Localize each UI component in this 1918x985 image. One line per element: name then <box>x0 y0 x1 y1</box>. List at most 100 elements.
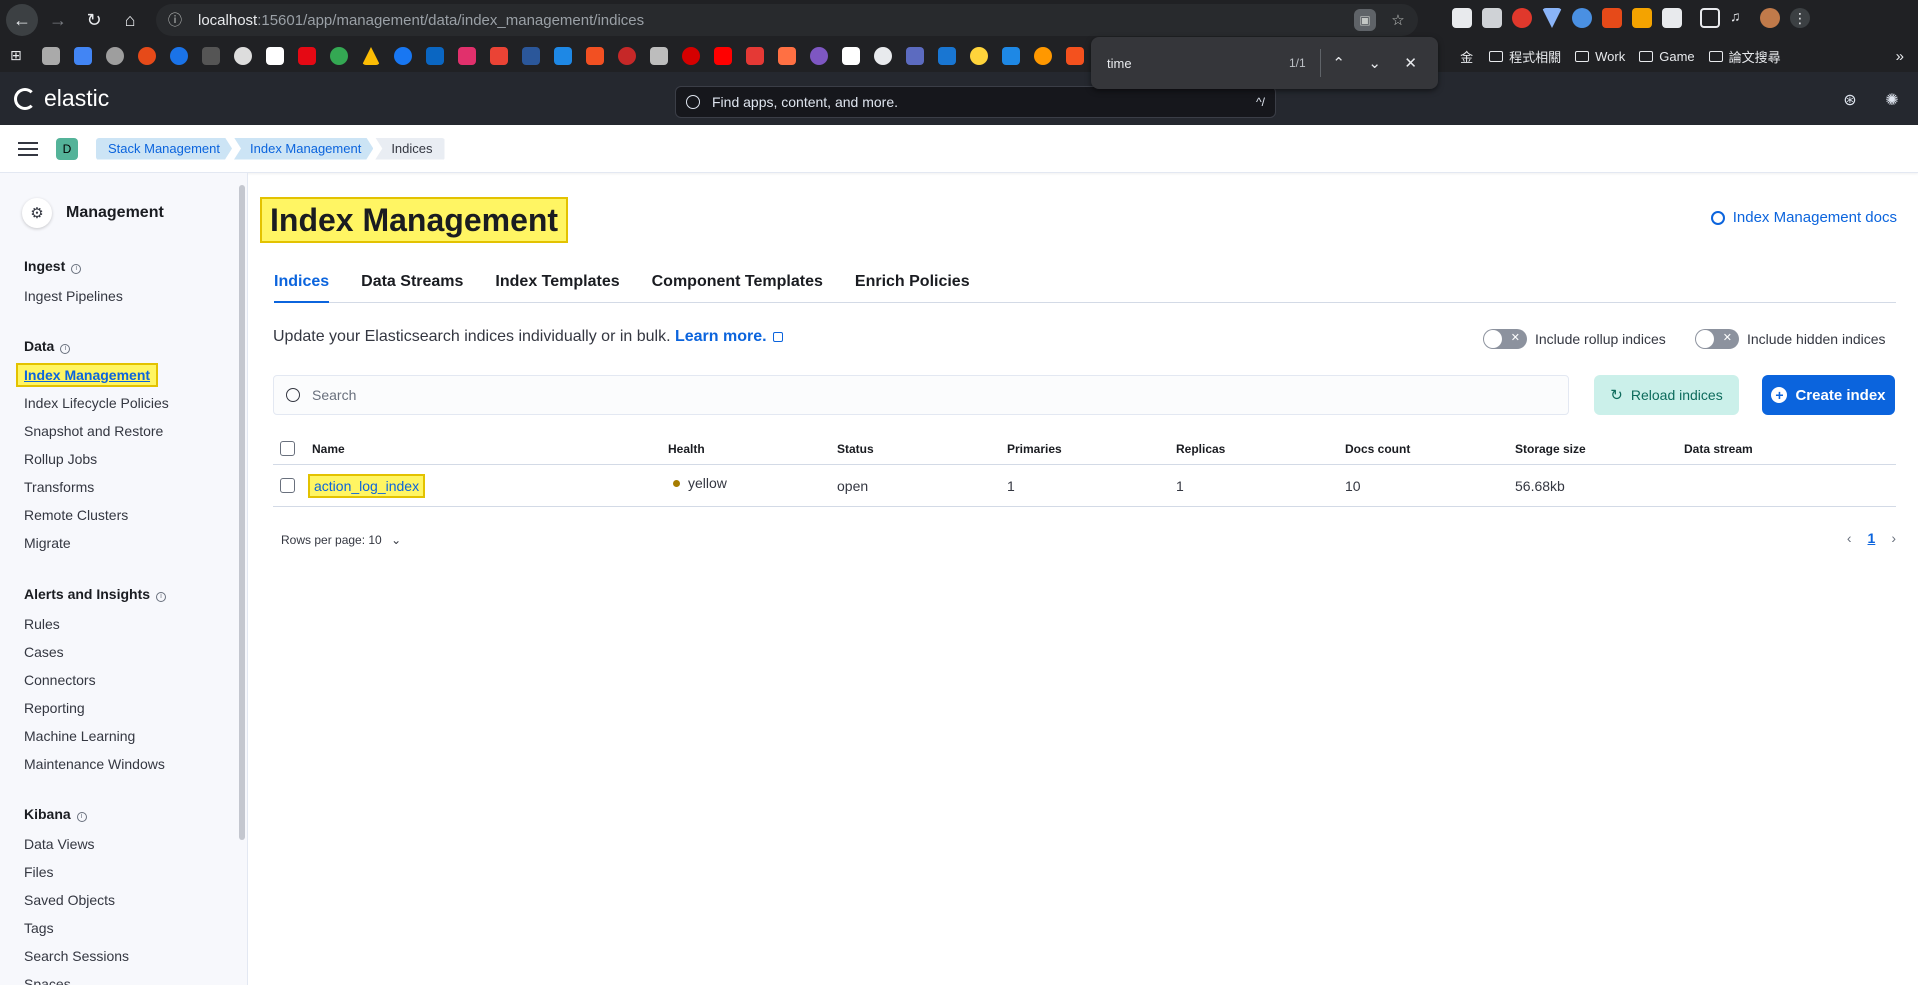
sidebar-item-connectors[interactable]: Connectors <box>24 672 96 688</box>
bookmark-favicon[interactable] <box>74 47 92 65</box>
bookmark-favicon[interactable] <box>938 47 956 65</box>
index-name-link[interactable]: action_log_index <box>307 473 426 498</box>
github-icon[interactable] <box>874 47 892 65</box>
sidebar-item-transforms[interactable]: Transforms <box>24 479 94 495</box>
sidebar-item-spaces[interactable]: Spaces <box>24 976 71 985</box>
learn-more-link[interactable]: Learn more. <box>675 328 767 345</box>
bookmark-favicon[interactable] <box>554 47 572 65</box>
more-bookmarks-icon[interactable]: » <box>1896 48 1904 65</box>
bookmark-favicon[interactable] <box>426 47 444 65</box>
puzzle-icon[interactable] <box>1662 8 1682 28</box>
sidebar-item-snapshot-and-restore[interactable]: Snapshot and Restore <box>24 423 163 439</box>
bookmark-folder-work[interactable]: Work <box>1575 49 1625 64</box>
bookmark-star-icon[interactable]: ☆ <box>1386 8 1410 32</box>
microsoft-icon[interactable] <box>586 47 604 65</box>
extension-icon[interactable] <box>1452 8 1472 28</box>
tab-enrich-policies[interactable]: Enrich Policies <box>855 269 970 303</box>
column-docs-count[interactable]: Docs count <box>1345 433 1410 464</box>
sidebar-item-machine-learning[interactable]: Machine Learning <box>24 728 135 744</box>
close-icon[interactable]: ✕ <box>1393 54 1429 72</box>
address-bar[interactable]: ⓘ localhost:15601/app/management/data/in… <box>156 4 1418 36</box>
breadcrumb-stack-management[interactable]: Stack Management <box>96 138 232 160</box>
forward-icon[interactable]: → <box>42 4 74 36</box>
sidebar-item-index-management[interactable]: Index Management <box>15 363 159 387</box>
apps-grid-icon[interactable]: ⊞ <box>10 47 28 65</box>
page-number[interactable]: 1 <box>1868 530 1876 546</box>
sidebar-item-cases[interactable]: Cases <box>24 644 64 660</box>
bookmark-favicon[interactable] <box>170 47 188 65</box>
home-icon[interactable]: ⌂ <box>114 4 146 36</box>
bookmark-favicon[interactable] <box>1034 47 1052 65</box>
bookmark-favicon[interactable] <box>746 47 764 65</box>
bookmark-partial-label[interactable]: 金 <box>1460 47 1473 66</box>
bookmark-favicon[interactable] <box>234 47 252 65</box>
extension-icon[interactable] <box>1512 8 1532 28</box>
maps-icon[interactable] <box>330 47 348 65</box>
sidebar-scrollbar[interactable] <box>239 185 245 840</box>
bookmark-favicon[interactable] <box>906 47 924 65</box>
youtube-icon[interactable] <box>714 47 732 65</box>
toggle-switch[interactable] <box>1695 329 1739 349</box>
media-icon[interactable]: ♫ <box>1730 8 1750 28</box>
bookmark-favicon[interactable] <box>42 47 60 65</box>
sidebar-item-tags[interactable]: Tags <box>24 920 54 936</box>
netflix-icon[interactable] <box>298 47 316 65</box>
column-status[interactable]: Status <box>837 433 874 464</box>
space-avatar[interactable]: D <box>56 137 78 160</box>
sidebar-item-maintenance-windows[interactable]: Maintenance Windows <box>24 756 165 772</box>
chevron-right-icon[interactable]: › <box>1891 530 1896 546</box>
bookmark-favicon[interactable] <box>650 47 668 65</box>
tab-data-streams[interactable]: Data Streams <box>361 269 463 303</box>
sidebar-item-files[interactable]: Files <box>24 864 54 880</box>
sidebar-item-migrate[interactable]: Migrate <box>24 535 71 551</box>
google-lens-icon[interactable]: ▣ <box>1354 9 1376 31</box>
reload-page-icon[interactable]: ↻ <box>78 4 110 36</box>
column-replicas[interactable]: Replicas <box>1176 433 1225 464</box>
bookmark-favicon[interactable] <box>1002 47 1020 65</box>
elastic-logo[interactable]: elastic <box>14 85 109 112</box>
python-icon[interactable] <box>970 47 988 65</box>
rows-per-page-selector[interactable]: Rows per page: 10 ⌄ <box>281 533 401 547</box>
gmail-icon[interactable] <box>490 47 508 65</box>
column-health[interactable]: Health <box>668 433 705 464</box>
column-storage-size[interactable]: Storage size <box>1515 433 1586 464</box>
sidebar-item-rules[interactable]: Rules <box>24 616 60 632</box>
vue-icon[interactable] <box>1542 8 1562 28</box>
site-info-icon[interactable]: ⓘ <box>168 10 182 30</box>
sidebar-item-saved-objects[interactable]: Saved Objects <box>24 892 115 908</box>
facebook-icon[interactable] <box>394 47 412 65</box>
bookmark-folder-game[interactable]: Game <box>1639 49 1695 64</box>
instagram-icon[interactable] <box>458 47 476 65</box>
column-name[interactable]: Name <box>312 433 345 464</box>
sidebar-item-index-lifecycle-policies[interactable]: Index Lifecycle Policies <box>24 395 169 411</box>
rollup-toggle[interactable]: Include rollup indices <box>1483 329 1666 349</box>
extension-icon[interactable] <box>1602 8 1622 28</box>
chrome-menu-icon[interactable]: ⋮ <box>1790 8 1810 28</box>
docs-link[interactable]: Index Management docs <box>1710 209 1897 226</box>
tab-index-templates[interactable]: Index Templates <box>495 269 619 303</box>
drive-icon[interactable] <box>362 47 380 65</box>
sidebar-item-remote-clusters[interactable]: Remote Clusters <box>24 507 128 523</box>
bookmark-favicon[interactable] <box>202 47 220 65</box>
reload-indices-button[interactable]: ↻ Reload indices <box>1594 375 1739 415</box>
back-icon[interactable]: ← <box>6 4 38 36</box>
index-search-input[interactable]: Search <box>273 375 1569 415</box>
select-all-checkbox[interactable] <box>280 441 295 456</box>
news-feed-icon[interactable]: ✺ <box>1882 90 1902 110</box>
sidebar-item-reporting[interactable]: Reporting <box>24 700 85 716</box>
find-previous-icon[interactable]: ⌃ <box>1321 54 1357 72</box>
pinterest-icon[interactable] <box>682 47 700 65</box>
bookmark-favicon[interactable] <box>106 47 124 65</box>
find-next-icon[interactable]: ⌄ <box>1357 54 1393 72</box>
qr-icon[interactable] <box>1482 8 1502 28</box>
row-checkbox[interactable] <box>280 478 295 493</box>
toggle-switch[interactable] <box>1483 329 1527 349</box>
create-index-button[interactable]: + Create index <box>1762 375 1895 415</box>
sidebar-item-ingest-pipelines[interactable]: Ingest Pipelines <box>24 288 123 304</box>
bookmark-favicon[interactable] <box>1066 47 1084 65</box>
tab-indices[interactable]: Indices <box>274 269 330 303</box>
breadcrumb-index-management[interactable]: Index Management <box>234 138 373 160</box>
bookmark-favicon[interactable] <box>266 47 284 65</box>
medium-icon[interactable] <box>842 47 860 65</box>
column-primaries[interactable]: Primaries <box>1007 433 1062 464</box>
